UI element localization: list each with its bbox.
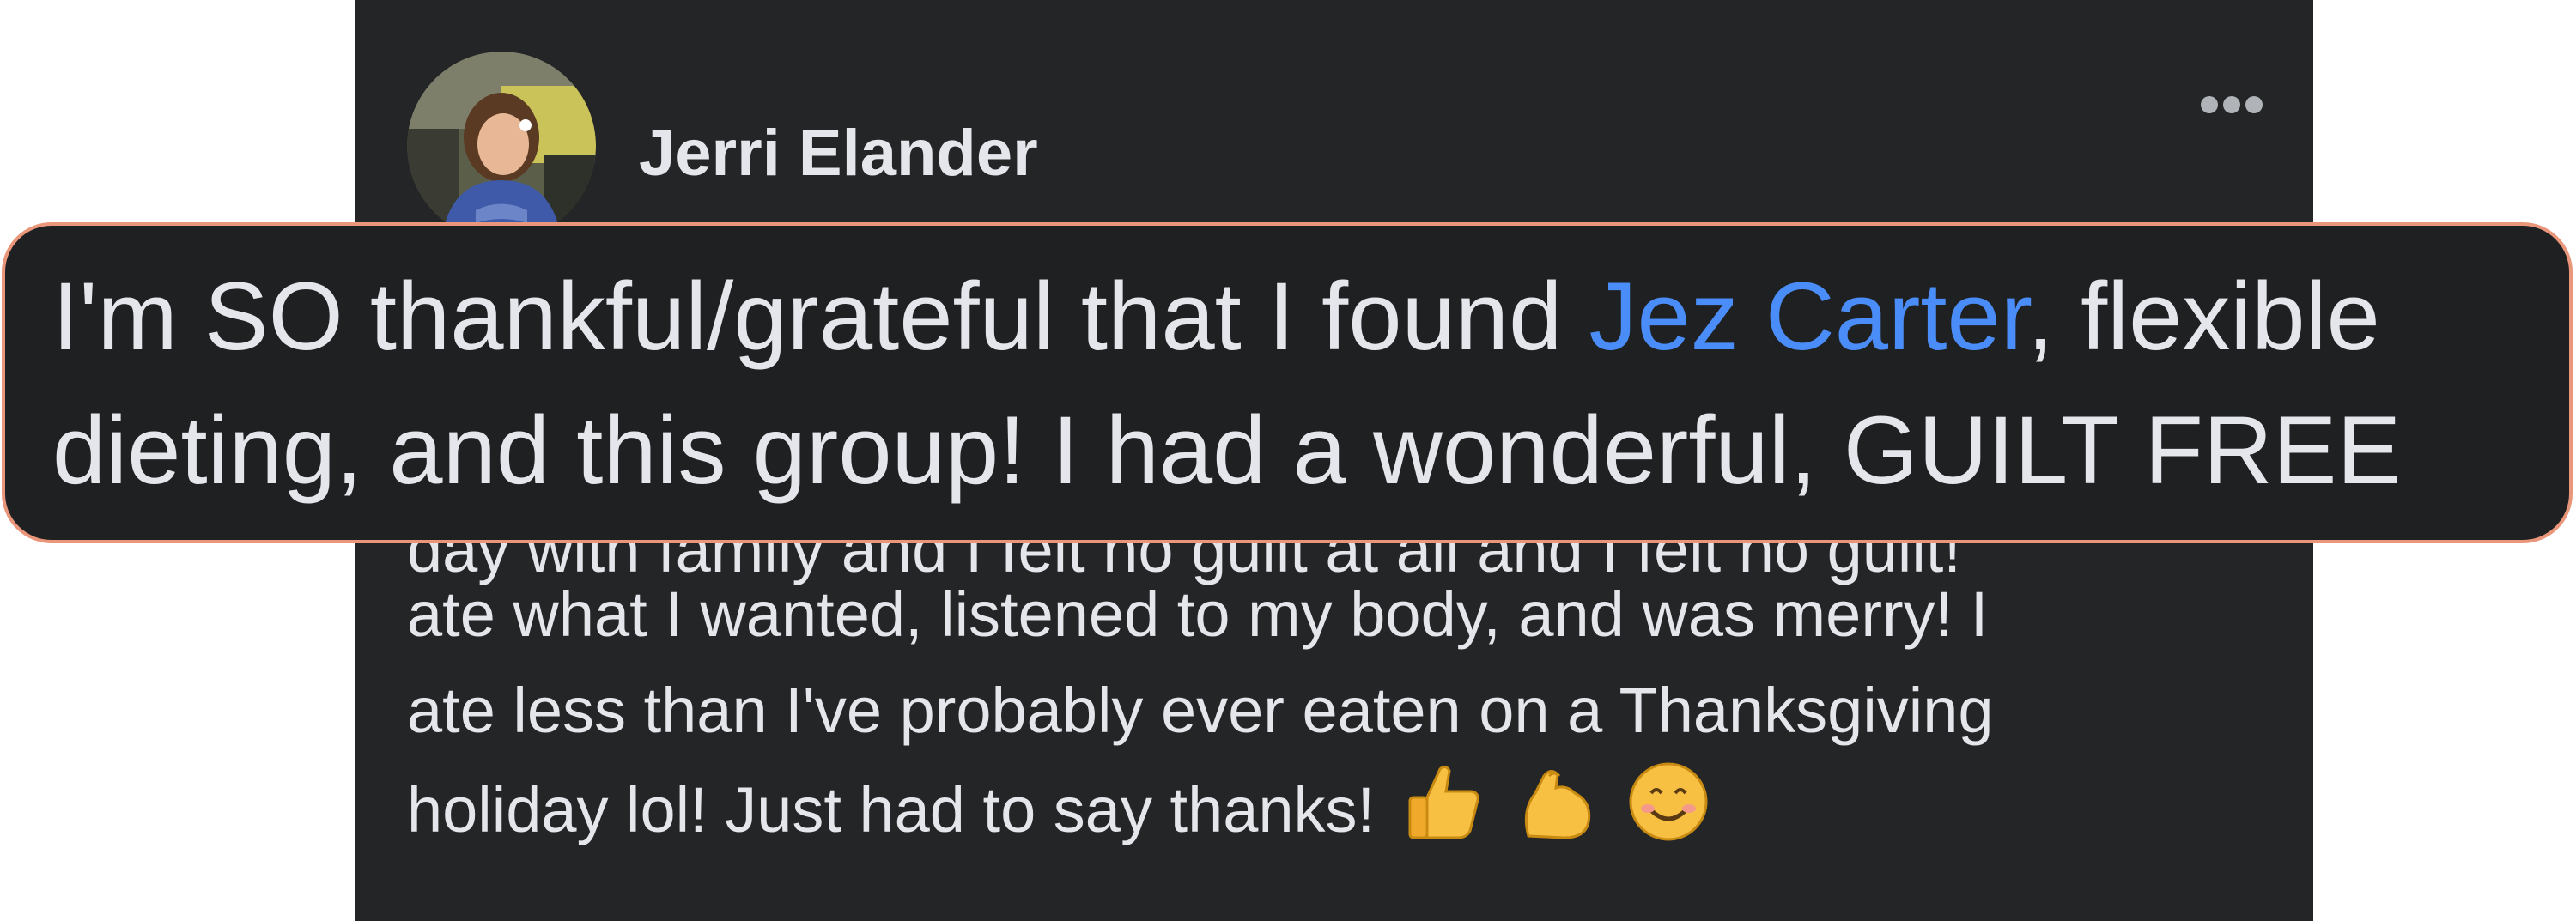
smiling-face-icon (1625, 759, 1711, 871)
more-horizontal-icon (2201, 96, 2218, 113)
zoom-text-before-mention: I'm SO thankful/grateful that I found (52, 263, 1589, 370)
author-avatar[interactable] (407, 52, 596, 240)
zoom-text-line-clipped: day with family and I felt no guilt at a… (52, 519, 2404, 540)
flexed-biceps-icon (1513, 759, 1599, 871)
post-text-line: ate less than I've probably ever eaten o… (407, 675, 1994, 746)
zoom-text-line: I'm SO thankful/grateful that I found Je… (52, 257, 2380, 377)
post-body: ate what I wanted, listened to my body, … (407, 567, 2253, 871)
more-horizontal-icon-dot-3 (2245, 96, 2263, 113)
more-horizontal-icon-dot-2 (2223, 96, 2240, 113)
thumbs-up-icon (1401, 759, 1487, 871)
author-name[interactable]: Jerri Elander (639, 115, 1038, 192)
zoom-callout: I'm SO thankful/grateful that I found Je… (2, 222, 2573, 543)
more-options-button[interactable] (2180, 79, 2283, 130)
zoom-text-line: dieting, and this group! I had a wonderf… (52, 397, 2402, 504)
post-text-line: ate what I wanted, listened to my body, … (407, 579, 1989, 650)
mention-link[interactable]: Jez Carter (1589, 263, 2026, 370)
avatar-photo (407, 52, 596, 240)
screenshot-stage: Jerri Elander day with family and I felt… (0, 0, 2576, 921)
zoom-text-after-mention: , flexible (2026, 263, 2380, 370)
post-text-line-text: holiday lol! Just had to say thanks! (407, 774, 1376, 846)
post-text-line-last: holiday lol! Just had to say thanks! (407, 759, 2253, 871)
